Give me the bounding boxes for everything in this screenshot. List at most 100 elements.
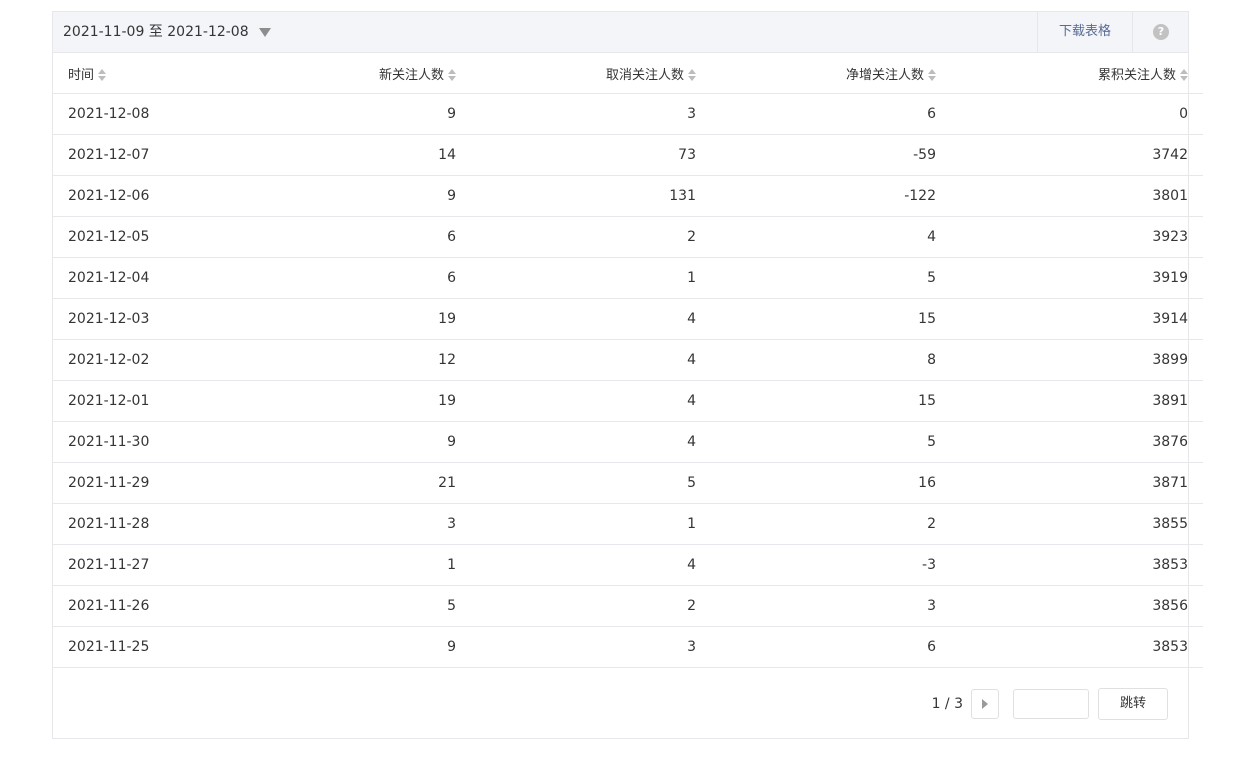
table-row: 2021-11-25 9 3 6 3853 [53,626,1203,668]
table-body: 2021-12-08 9 3 6 0 2021-12-07 14 73 -59 3742 2021-… [53,93,1203,668]
value-cell: 15 [708,298,948,340]
sort-icon[interactable] [688,69,696,81]
value-cell: 9 [243,175,468,217]
value-cell: 9 [243,93,468,135]
value-cell: 4 [468,421,708,463]
table-row: 2021-12-02 12 4 8 3899 [53,339,1203,381]
date-cell: 2021-11-27 [53,544,243,586]
value-cell: 19 [243,298,468,340]
table-row: 2021-12-08 9 3 6 0 [53,93,1203,135]
value-cell: 5 [243,585,468,627]
table-row: 2021-11-28 3 1 2 3855 [53,503,1203,545]
sort-icon[interactable] [928,69,936,81]
dropdown-arrow-icon [258,28,271,37]
value-cell: 3923 [948,216,1203,258]
download-table-button[interactable]: 下载表格 [1037,12,1133,52]
date-cell: 2021-12-02 [53,339,243,381]
page-indicator: 1 / 3 [931,696,963,712]
value-cell: 3742 [948,134,1203,176]
value-cell: 3919 [948,257,1203,299]
value-cell: 4 [468,339,708,381]
value-cell: 16 [708,462,948,504]
date-cell: 2021-11-26 [53,585,243,627]
value-cell: 9 [243,626,468,668]
value-cell: 0 [948,93,1203,135]
table-row: 2021-11-27 1 4 -3 3853 [53,544,1203,586]
value-cell: 3856 [948,585,1203,627]
date-cell: 2021-11-28 [53,503,243,545]
jump-button[interactable]: 跳转 [1098,688,1168,720]
value-cell: -59 [708,134,948,176]
date-cell: 2021-12-08 [53,93,243,135]
sort-icon[interactable] [98,69,107,81]
value-cell: 3914 [948,298,1203,340]
value-cell: -3 [708,544,948,586]
value-cell: 19 [243,380,468,422]
date-cell: 2021-12-07 [53,134,243,176]
col-header-date[interactable]: 时间 [53,53,243,94]
date-range-selector[interactable]: 2021-11-09 至 2021-12-08 [63,12,271,52]
pagination: 1 / 3 跳转 [932,688,1168,720]
col-header-new-followers[interactable]: 新关注人数 [243,53,468,94]
date-cell: 2021-11-30 [53,421,243,463]
sort-icon[interactable] [1180,69,1188,81]
value-cell: 3855 [948,503,1203,545]
value-cell: 3 [708,585,948,627]
value-cell: 3899 [948,339,1203,381]
value-cell: 3 [468,93,708,135]
value-cell: 1 [468,257,708,299]
value-cell: 21 [243,462,468,504]
table-row: 2021-12-03 19 4 15 3914 [53,298,1203,340]
date-cell: 2021-12-03 [53,298,243,340]
help-icon[interactable]: ? [1153,24,1169,40]
value-cell: 73 [468,134,708,176]
value-cell: 5 [708,421,948,463]
table-row: 2021-12-01 19 4 15 3891 [53,380,1203,422]
value-cell: 12 [243,339,468,381]
next-page-button[interactable] [971,689,999,719]
date-cell: 2021-12-01 [53,380,243,422]
value-cell: 3876 [948,421,1203,463]
value-cell: 14 [243,134,468,176]
col-header-cumulative[interactable]: 累积关注人数 [948,53,1203,94]
date-range-label: 2021-11-09 至 2021-12-08 [63,24,249,40]
date-cell: 2021-12-06 [53,175,243,217]
col-header-net-growth[interactable]: 净增关注人数 [708,53,948,94]
chevron-right-icon [982,699,988,709]
value-cell: 3853 [948,544,1203,586]
value-cell: 3801 [948,175,1203,217]
date-cell: 2021-11-25 [53,626,243,668]
table-row: 2021-12-04 6 1 5 3919 [53,257,1203,299]
table-row: 2021-11-30 9 4 5 3876 [53,421,1203,463]
sort-icon[interactable] [448,69,456,81]
date-cell: 2021-11-29 [53,462,243,504]
value-cell: 4 [468,380,708,422]
page-number-input[interactable] [1013,689,1089,719]
value-cell: 6 [708,626,948,668]
value-cell: 1 [468,503,708,545]
value-cell: 5 [708,257,948,299]
value-cell: -122 [708,175,948,217]
value-cell: 3891 [948,380,1203,422]
value-cell: 9 [243,421,468,463]
value-cell: 3 [468,626,708,668]
value-cell: 15 [708,380,948,422]
followers-table: 时间 新关注人数 取消关注人数 净增关注人数 累积关注人数 2021-12-08… [53,53,1203,668]
value-cell: 4 [468,544,708,586]
value-cell: 3871 [948,462,1203,504]
value-cell: 6 [708,93,948,135]
value-cell: 2 [468,216,708,258]
value-cell: 3853 [948,626,1203,668]
value-cell: 1 [243,544,468,586]
col-header-unfollows[interactable]: 取消关注人数 [468,53,708,94]
table-row: 2021-12-07 14 73 -59 3742 [53,134,1203,176]
table-header-row: 时间 新关注人数 取消关注人数 净增关注人数 累积关注人数 [53,53,1203,94]
value-cell: 131 [468,175,708,217]
date-cell: 2021-12-05 [53,216,243,258]
table-toolbar: 2021-11-09 至 2021-12-08 下载表格 ? [53,12,1188,53]
date-cell: 2021-12-04 [53,257,243,299]
table-row: 2021-12-06 9 131 -122 3801 [53,175,1203,217]
table-row: 2021-11-29 21 5 16 3871 [53,462,1203,504]
value-cell: 3 [243,503,468,545]
value-cell: 8 [708,339,948,381]
